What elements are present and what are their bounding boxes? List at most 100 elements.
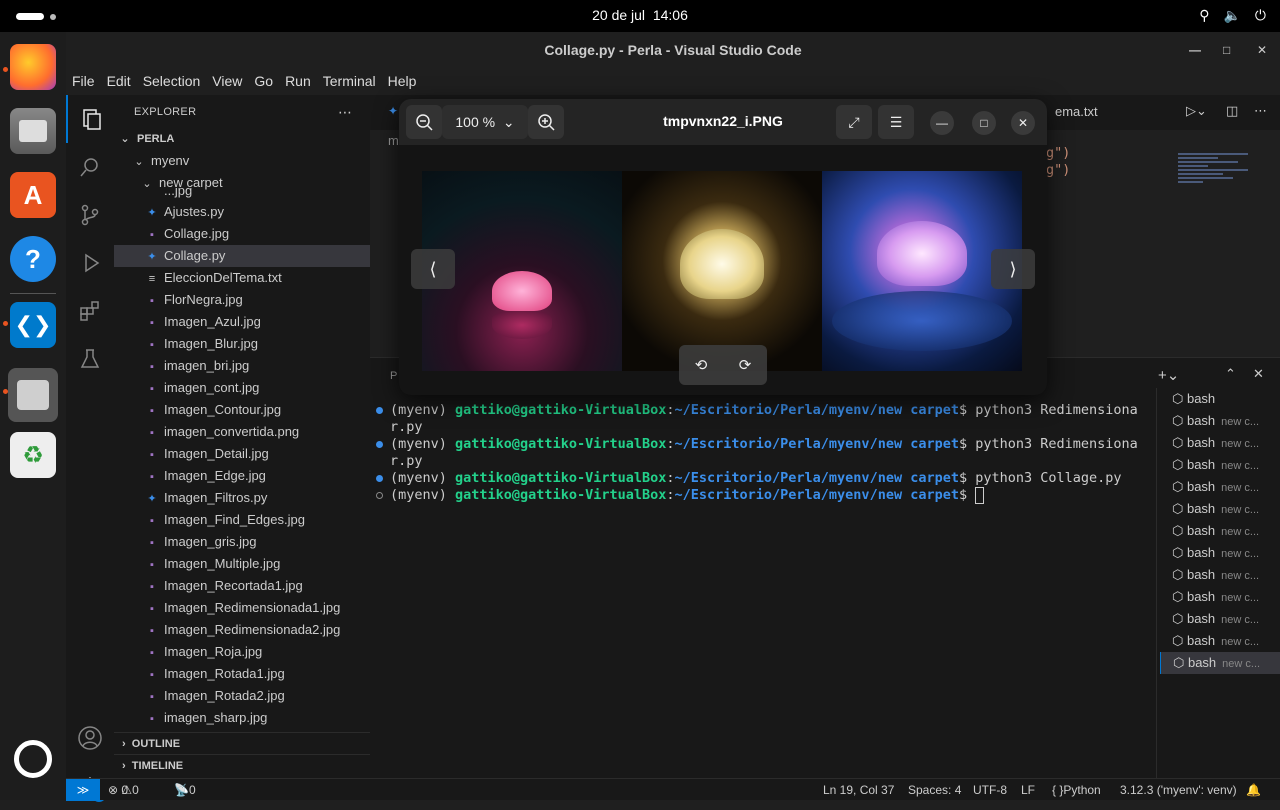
command-decoration-icon[interactable] — [376, 441, 383, 448]
extensions-icon[interactable] — [66, 287, 114, 335]
terminal-instance-tab[interactable]: ⬡ bash new c... — [1160, 564, 1280, 586]
viewer-close-button[interactable]: ✕ — [1011, 111, 1035, 135]
more-actions-icon[interactable]: ⋯ — [338, 95, 352, 130]
tree-file[interactable]: ▪ FlorNegra.jpg — [114, 289, 370, 311]
tree-file[interactable]: ✦ Imagen_Filtros.py — [114, 487, 370, 509]
menu-help[interactable]: Help — [382, 68, 423, 95]
terminal-instance-tab[interactable]: ⬡ bash new c... — [1160, 520, 1280, 542]
system-tray[interactable]: ⚲ 🔈 ⏻ — [1199, 7, 1266, 24]
run-file-icon[interactable]: ▷⌄ — [1186, 103, 1207, 119]
menu-file[interactable]: File — [66, 68, 101, 95]
maximize-button[interactable]: □ — [1223, 32, 1230, 68]
command-decoration-icon[interactable] — [376, 407, 383, 414]
tree-file[interactable]: ✦ Collage.py — [114, 245, 370, 267]
next-image-button[interactable]: ⟩ — [991, 249, 1035, 289]
firefox-icon[interactable] — [10, 44, 56, 90]
run-debug-icon[interactable] — [66, 239, 114, 287]
files-icon[interactable] — [10, 108, 56, 154]
panel-tab-partial[interactable]: P — [390, 370, 397, 382]
tree-root[interactable]: ⌄ PERLA — [114, 128, 370, 150]
terminal-instance-tab[interactable]: ⬡ bash new c... — [1160, 476, 1280, 498]
command-decoration-icon[interactable] — [376, 475, 383, 482]
maximize-panel-icon[interactable]: ⌃ — [1225, 366, 1236, 382]
tree-file[interactable]: ▪ Imagen_Edge.jpg — [114, 465, 370, 487]
explorer-icon[interactable] — [66, 95, 114, 143]
tree-file[interactable]: ▪ imagen_cont.jpg — [114, 377, 370, 399]
hamburger-menu-button[interactable]: ☰ — [878, 105, 914, 139]
help-icon[interactable]: ? — [10, 236, 56, 282]
viewer-maximize-button[interactable]: □ — [972, 111, 996, 135]
tree-file[interactable]: ✦ Ajustes.py — [114, 201, 370, 223]
python-interpreter[interactable]: 3.12.3 ('myenv': venv) — [1120, 779, 1237, 801]
ubuntu-apps-icon[interactable] — [14, 740, 52, 778]
tree-file[interactable]: ▪ Imagen_gris.jpg — [114, 531, 370, 553]
tree-file[interactable]: ▪ Imagen_Azul.jpg — [114, 311, 370, 333]
rotate-right-button[interactable]: ⟳ — [723, 345, 767, 385]
menu-view[interactable]: View — [206, 68, 248, 95]
trash-icon[interactable]: ♻ — [10, 432, 56, 478]
remote-indicator-icon[interactable]: ≫ — [66, 779, 100, 801]
menu-go[interactable]: Go — [248, 68, 279, 95]
menu-run[interactable]: Run — [279, 68, 317, 95]
outline-section[interactable]: › OUTLINE — [114, 732, 370, 754]
menu-terminal[interactable]: Terminal — [317, 68, 382, 95]
tree-file[interactable]: ▪ Imagen_Roja.jpg — [114, 641, 370, 663]
notifications-icon[interactable]: 🔔 — [1246, 779, 1261, 801]
tree-file[interactable]: ▪ Imagen_Detail.jpg — [114, 443, 370, 465]
terminal-instance-tab[interactable]: ⬡ bash new c... — [1160, 652, 1280, 674]
editor-tab-partial[interactable]: ema.txt — [1055, 104, 1098, 119]
new-terminal-icon[interactable]: +⌄ — [1158, 366, 1179, 384]
terminal-instance-tab[interactable]: ⬡ bash new c... — [1160, 432, 1280, 454]
fullscreen-button[interactable]: ⤢ — [836, 105, 872, 139]
tree-file[interactable]: ▪ Imagen_Multiple.jpg — [114, 553, 370, 575]
testing-icon[interactable] — [66, 335, 114, 383]
terminal-instance-tab[interactable]: ⬡ bash new c... — [1160, 454, 1280, 476]
previous-image-button[interactable]: ⟨ — [411, 249, 455, 289]
rotate-left-button[interactable]: ⟲ — [679, 345, 723, 385]
timeline-section[interactable]: › TIMELINE — [114, 754, 370, 776]
tree-file[interactable]: ▪ imagen_sharp.jpg — [114, 707, 370, 729]
terminal-instance-tab[interactable]: ⬡ bash new c... — [1160, 630, 1280, 652]
tree-file[interactable]: ▪ Imagen_Contour.jpg — [114, 399, 370, 421]
language-mode[interactable]: { } Python — [1052, 779, 1101, 801]
command-decoration-icon[interactable] — [376, 492, 383, 499]
breadcrumb[interactable]: m — [388, 133, 399, 148]
tree-folder-myenv[interactable]: ⌄ myenv — [114, 150, 370, 172]
problems-indicator[interactable]: ⊗ 0 ⚠ 0 — [108, 779, 139, 801]
terminal-instance-tab[interactable]: ⬡ bash new c... — [1160, 542, 1280, 564]
close-button[interactable]: ✕ — [1257, 32, 1267, 68]
viewer-minimize-button[interactable]: — — [930, 111, 954, 135]
tree-file[interactable]: ▪ Collage.jpg — [114, 223, 370, 245]
minimize-button[interactable]: — — [1189, 32, 1201, 68]
search-icon[interactable] — [66, 143, 114, 191]
menu-selection[interactable]: Selection — [137, 68, 207, 95]
terminal-instance-tab[interactable]: ⬡ bash new c... — [1160, 586, 1280, 608]
tree-file[interactable]: ▪ Imagen_Rotada2.jpg — [114, 685, 370, 707]
minimap[interactable] — [1178, 151, 1256, 203]
tree-file[interactable]: ▪ imagen_convertida.png — [114, 421, 370, 443]
ports-indicator[interactable]: 📡 0 — [174, 779, 196, 801]
split-editor-icon[interactable]: ◫ — [1226, 103, 1238, 119]
app-center-icon[interactable]: A — [10, 172, 56, 218]
close-panel-icon[interactable]: ✕ — [1253, 366, 1264, 382]
tree-file[interactable]: ▪ Imagen_Find_Edges.jpg — [114, 509, 370, 531]
zoom-in-button[interactable] — [528, 105, 564, 139]
vscode-icon[interactable]: ❮❯ — [10, 302, 56, 348]
image-viewer-icon[interactable] — [8, 368, 58, 422]
source-control-icon[interactable] — [66, 191, 114, 239]
cursor-position[interactable]: Ln 19, Col 37 — [823, 779, 894, 801]
zoom-level-dropdown[interactable]: 100 % ⌄ — [442, 105, 528, 139]
editor-more-icon[interactable]: ⋯ — [1254, 103, 1267, 119]
terminal-instance-tab[interactable]: ⬡ bash new c... — [1160, 608, 1280, 630]
tree-file[interactable]: ▪ Imagen_Blur.jpg — [114, 333, 370, 355]
terminal-instance-tab[interactable]: ⬡ bash new c... — [1160, 410, 1280, 432]
tree-file[interactable]: ≡ EleccionDelTema.txt — [114, 267, 370, 289]
terminal-instance-tab[interactable]: ⬡ bash new c... — [1160, 498, 1280, 520]
tree-file[interactable]: ▪ Imagen_Redimensionada1.jpg — [114, 597, 370, 619]
terminal-instance-tab[interactable]: ⬡ bash — [1160, 388, 1280, 410]
clock[interactable]: 20 de jul 14:06 — [0, 7, 1280, 23]
accounts-icon[interactable] — [66, 714, 114, 762]
zoom-out-button[interactable] — [406, 105, 442, 139]
terminal-output[interactable]: (myenv) gattiko@gattiko-VirtualBox:~/Esc… — [376, 402, 1146, 504]
tree-file[interactable]: ▪ Imagen_Redimensionada2.jpg — [114, 619, 370, 641]
